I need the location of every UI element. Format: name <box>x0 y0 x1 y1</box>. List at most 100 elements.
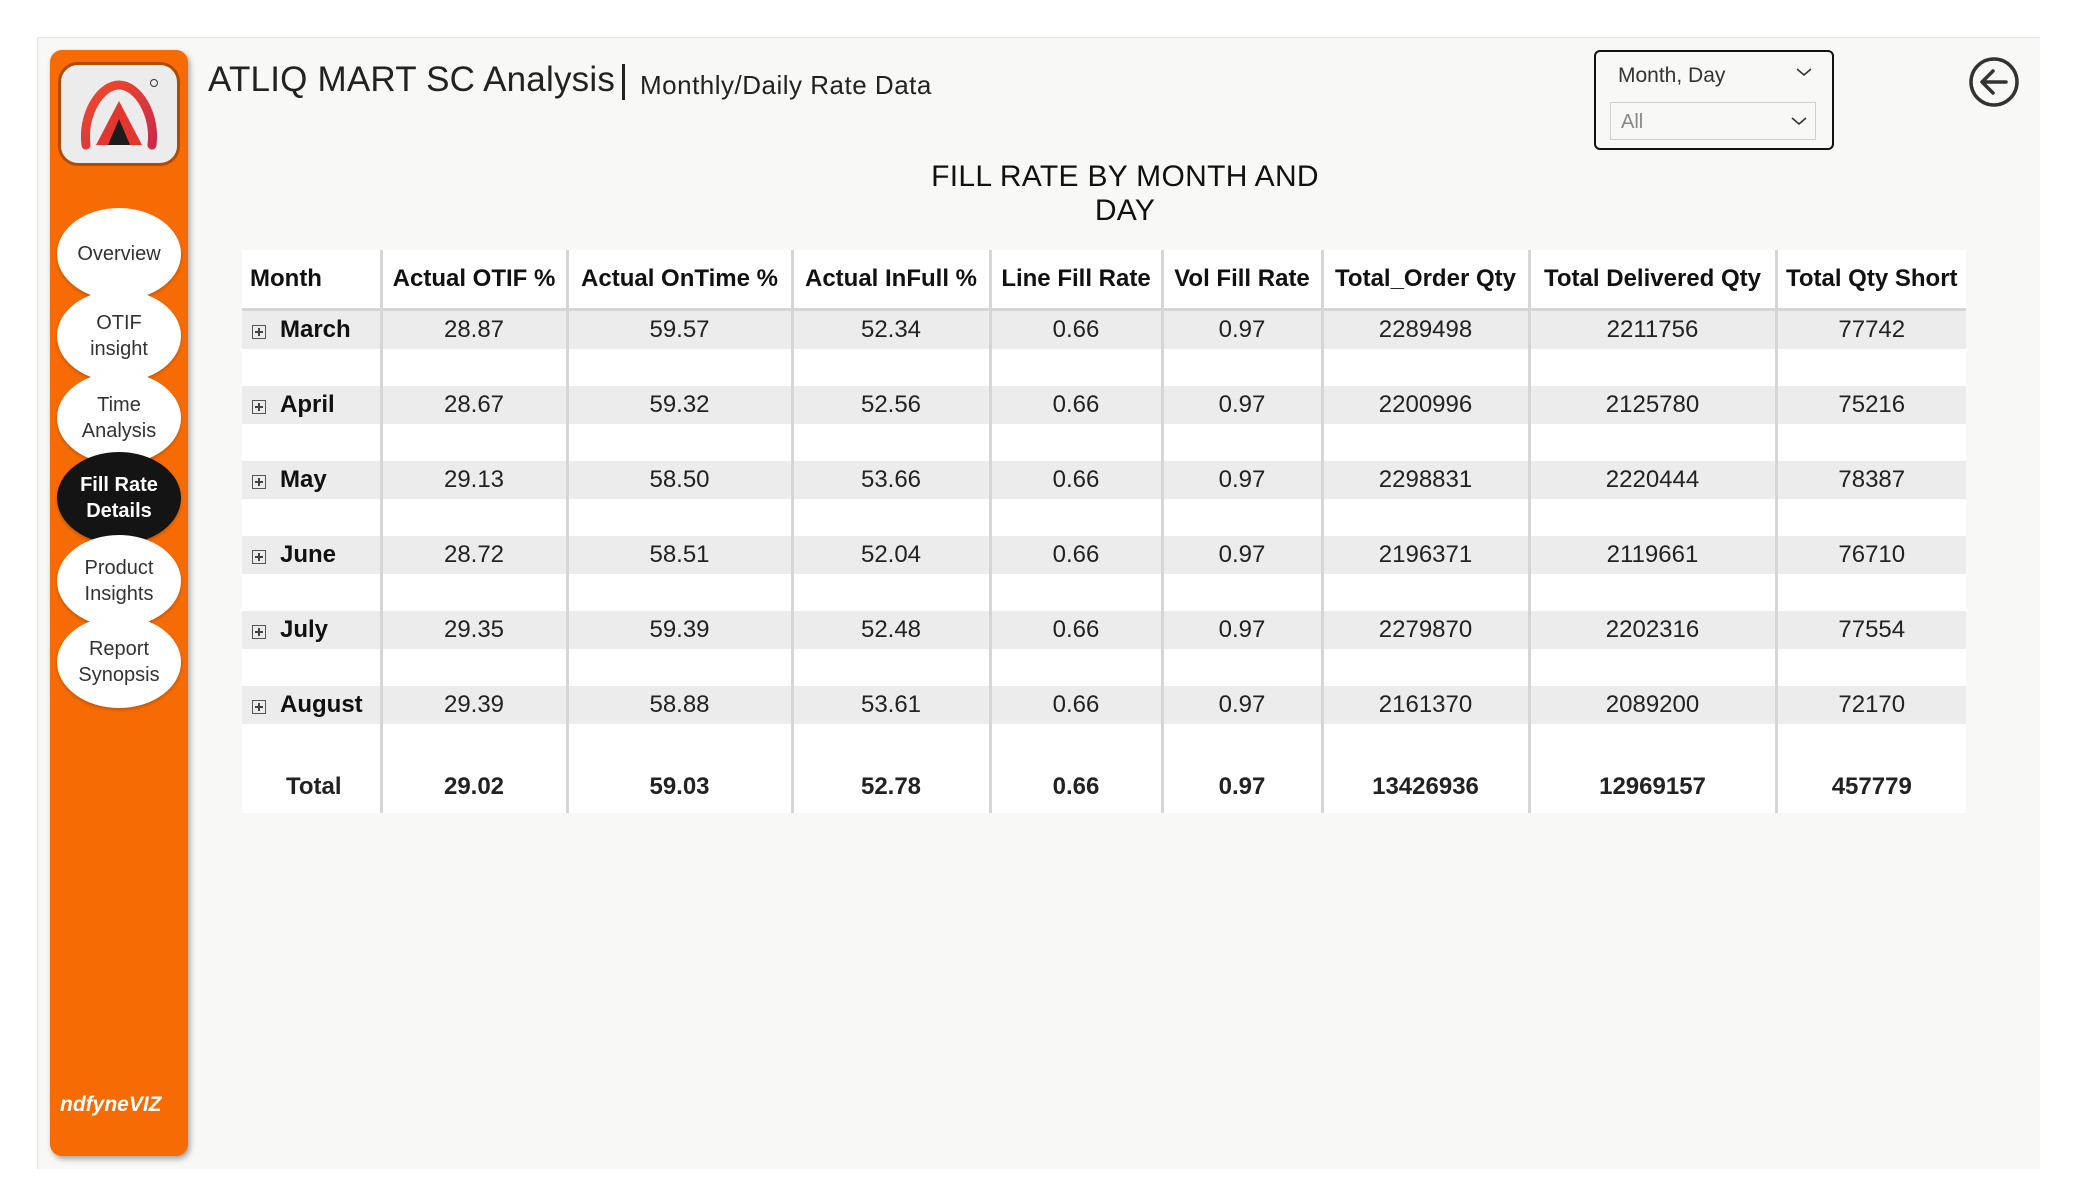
table-cell: 0.97 <box>1160 309 1322 349</box>
table-row: March 28.87 59.57 52.34 0.66 0.97 2289498 22117… <box>242 309 1966 349</box>
column-header[interactable]: Line Fill Rate <box>988 250 1162 311</box>
expand-plus-icon[interactable] <box>252 475 266 489</box>
month-day-slicer[interactable]: Month, Day All <box>1594 50 1834 150</box>
spacer-cell <box>565 499 792 536</box>
total-cell: 59.03 <box>565 761 792 813</box>
total-cell: 0.66 <box>988 761 1162 813</box>
table-cell: 2196371 <box>1320 536 1529 574</box>
table-cell: 58.88 <box>565 686 792 724</box>
nav-button-report-synopsis[interactable]: Report Synopsis <box>57 616 181 708</box>
nav-button-overview[interactable]: Overview <box>57 208 181 300</box>
row-spacer <box>242 349 1966 386</box>
expand-plus-icon[interactable] <box>252 625 266 639</box>
row-spacer <box>242 649 1966 686</box>
expand-plus-icon[interactable] <box>252 325 266 339</box>
table-cell: 58.50 <box>565 461 792 499</box>
spacer-cell <box>790 574 990 611</box>
sidebar-nav: Overview OTIF insight Time Analysis Fill Ra… <box>50 50 188 1156</box>
expand-plus-icon[interactable] <box>252 550 266 564</box>
table-cell: 2202316 <box>1527 611 1776 649</box>
nav-button-time-analysis[interactable]: Time Analysis <box>57 372 181 464</box>
brand-signature: ndfyneVIZ <box>60 1093 162 1116</box>
month-label: June <box>280 541 337 568</box>
month-cell-content: March <box>242 316 380 344</box>
row-spacer <box>242 724 1966 761</box>
spacer-cell <box>1774 349 1966 386</box>
spacer-cell <box>790 649 990 686</box>
table-cell: 76710 <box>1774 536 1966 574</box>
column-header[interactable]: Total Qty Short <box>1774 250 1966 311</box>
table-row: June 28.72 58.51 52.04 0.66 0.97 2196371 211966… <box>242 536 1966 574</box>
total-cell: 12969157 <box>1527 761 1776 813</box>
month-cell-content: May <box>242 466 380 494</box>
spacer-cell <box>988 574 1162 611</box>
table-cell: 0.66 <box>988 611 1162 649</box>
total-row: Total 29.02 59.03 52.78 0.66 0.97 13426936 1296… <box>242 761 1966 813</box>
column-header[interactable]: Vol Fill Rate <box>1160 250 1322 311</box>
chevron-down-icon[interactable] <box>1787 109 1811 133</box>
row-spacer <box>242 424 1966 461</box>
column-header[interactable]: Actual OnTime % <box>565 250 792 311</box>
nav-button-fill-rate-details[interactable]: Fill Rate Details <box>57 452 181 544</box>
month-cell-content: June <box>242 541 380 569</box>
chevron-down-icon[interactable] <box>1792 60 1816 84</box>
table-cell: 0.97 <box>1160 461 1322 499</box>
column-header[interactable]: Actual OTIF % <box>379 250 567 311</box>
table-cell: 0.66 <box>988 536 1162 574</box>
column-header[interactable]: Total_Order Qty <box>1320 250 1529 311</box>
spacer-cell <box>565 724 792 761</box>
expand-plus-icon[interactable] <box>252 700 266 714</box>
total-cell: 29.02 <box>379 761 567 813</box>
table-cell: 2200996 <box>1320 386 1529 424</box>
spacer-cell <box>1160 724 1322 761</box>
spacer-cell <box>242 724 381 761</box>
column-header[interactable]: Total Delivered Qty <box>1527 250 1776 311</box>
spacer-cell <box>1774 499 1966 536</box>
spacer-cell <box>1527 649 1776 686</box>
nav-button-product-insights[interactable]: Product Insights <box>57 535 181 627</box>
spacer-cell <box>1320 574 1529 611</box>
spacer-cell <box>242 349 381 386</box>
column-header[interactable]: Month <box>242 250 381 311</box>
table-cell: 2211756 <box>1527 309 1776 349</box>
spacer-cell <box>379 499 567 536</box>
title-divider <box>622 64 625 100</box>
total-cell: 13426936 <box>1320 761 1529 813</box>
spacer-cell <box>565 649 792 686</box>
spacer-cell <box>1527 499 1776 536</box>
table-cell: 77742 <box>1774 309 1966 349</box>
back-arrow-icon[interactable] <box>1968 56 2020 108</box>
table-row: May 29.13 58.50 53.66 0.66 0.97 2298831 2220444… <box>242 461 1966 499</box>
table-cell: 78387 <box>1774 461 1966 499</box>
table-cell: 28.67 <box>379 386 567 424</box>
spacer-cell <box>379 649 567 686</box>
spacer-cell <box>565 349 792 386</box>
slicer-value: All <box>1621 111 1644 133</box>
table-cell: 0.97 <box>1160 536 1322 574</box>
table-cell: 2298831 <box>1320 461 1529 499</box>
table-cell: 2089200 <box>1527 686 1776 724</box>
table-cell: 2119661 <box>1527 536 1776 574</box>
spacer-cell <box>790 424 990 461</box>
spacer-cell <box>1527 349 1776 386</box>
expand-plus-icon[interactable] <box>252 400 266 414</box>
spacer-cell <box>565 574 792 611</box>
table-cell: 52.48 <box>790 611 990 649</box>
column-header[interactable]: Actual InFull % <box>790 250 990 311</box>
atliq-logo <box>58 62 180 166</box>
spacer-cell <box>1320 724 1529 761</box>
table-cell: 0.66 <box>988 686 1162 724</box>
table-cell: 29.39 <box>379 686 567 724</box>
slicer-dropdown[interactable]: All <box>1610 102 1816 140</box>
nav-button-otif-insight[interactable]: OTIF insight <box>57 290 181 382</box>
month-label: March <box>280 316 351 343</box>
month-cell: June <box>242 536 381 574</box>
spacer-cell <box>565 424 792 461</box>
spacer-cell <box>1774 574 1966 611</box>
table-cell: 2289498 <box>1320 309 1529 349</box>
spacer-cell <box>988 499 1162 536</box>
total-cell: 457779 <box>1774 761 1966 813</box>
page-subtitle: Monthly/Daily Rate Data <box>640 70 932 100</box>
spacer-cell <box>1320 499 1529 536</box>
month-cell: March <box>242 309 381 349</box>
